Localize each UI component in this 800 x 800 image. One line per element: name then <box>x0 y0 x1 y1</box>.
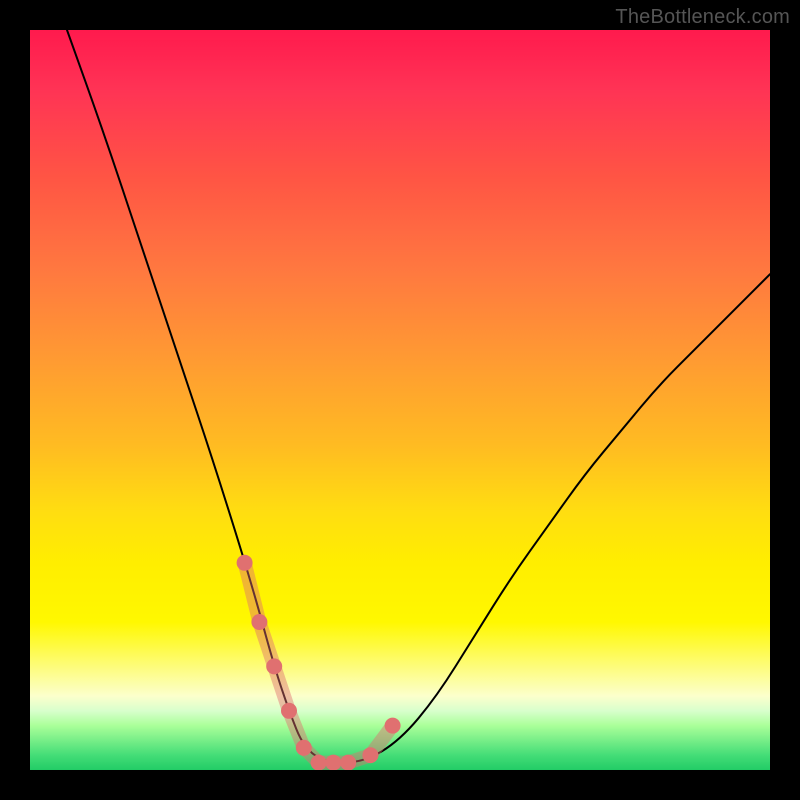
highlight-dot <box>266 658 282 674</box>
plot-area <box>30 30 770 770</box>
highlight-dot <box>281 703 297 719</box>
frame: TheBottleneck.com <box>0 0 800 800</box>
highlight-dot <box>385 718 401 734</box>
highlight-dots <box>237 555 401 770</box>
main-curve-path <box>67 30 770 763</box>
highlight-seg <box>245 563 260 622</box>
highlight-dot <box>340 755 356 770</box>
watermark-text: TheBottleneck.com <box>615 6 790 29</box>
highlight-dot <box>296 740 312 756</box>
highlight-dot <box>237 555 253 571</box>
highlight-dot <box>325 755 341 770</box>
highlight-dot <box>251 614 267 630</box>
highlight-dot <box>311 755 327 770</box>
highlight-dot <box>362 747 378 763</box>
curve-svg <box>30 30 770 770</box>
